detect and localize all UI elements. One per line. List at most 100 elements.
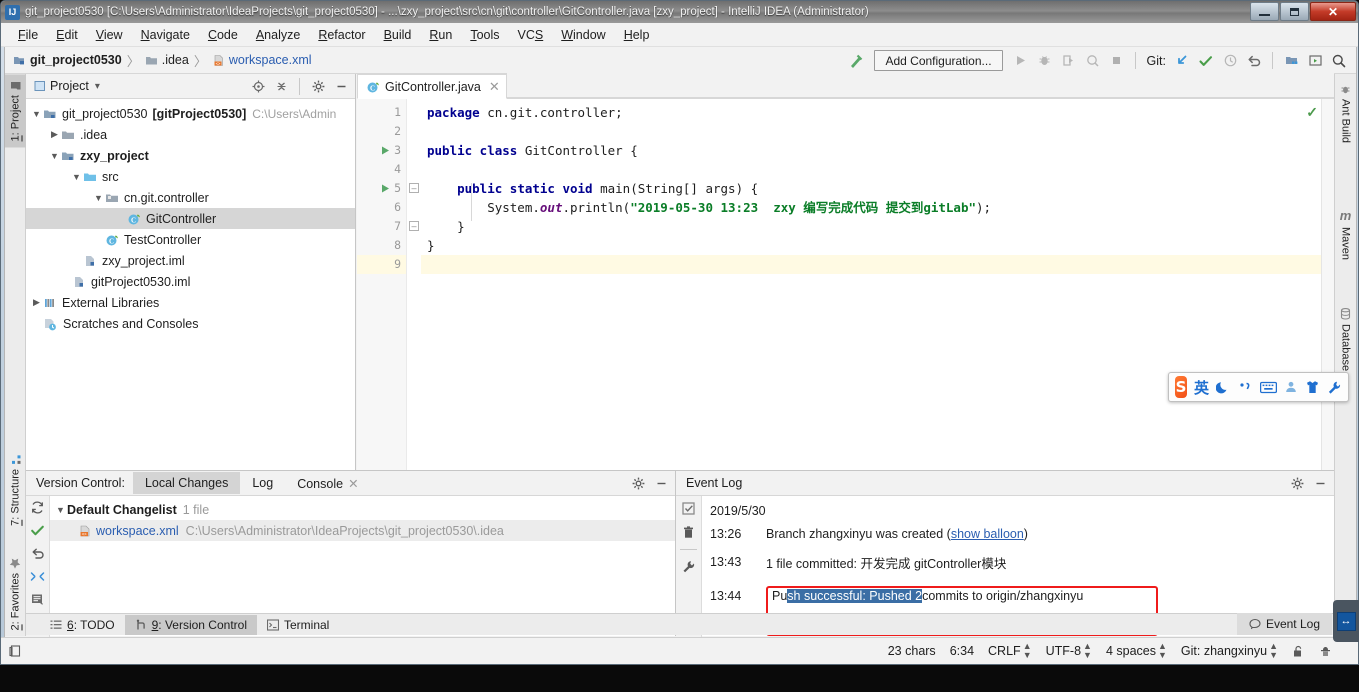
chevron-down-icon[interactable]: ▼ [92, 191, 105, 204]
menu-tools[interactable]: Tools [461, 25, 508, 45]
ime-toolbar[interactable]: S 英 [1168, 372, 1349, 402]
refresh-icon[interactable] [30, 500, 45, 515]
gear-icon[interactable] [308, 77, 328, 97]
menu-view[interactable]: View [87, 25, 132, 45]
chevron-right-icon[interactable]: ▶ [30, 296, 43, 309]
status-bar-items[interactable]: 23 chars 6:34 CRLF ▲ ▼ UTF-8 ▲ ▼ 4 spaces ▲ ▼ … [888, 642, 1350, 660]
gear-icon[interactable] [1287, 474, 1307, 494]
git-update-project-icon[interactable] [1171, 50, 1193, 72]
delete-icon[interactable] [681, 525, 696, 540]
window-controls[interactable]: ✕ [1250, 2, 1356, 21]
tree-node-testcontroller[interactable]: C TestController [26, 229, 355, 250]
collapse-all-icon[interactable] [271, 77, 291, 97]
close-icon[interactable]: ✕ [489, 79, 500, 95]
run-anything-icon[interactable] [1304, 50, 1326, 72]
sidebar-item-favorites[interactable]: 2: Favorites [5, 551, 26, 636]
run-class-gutter-icon[interactable] [379, 141, 391, 160]
menu-navigate[interactable]: Navigate [132, 25, 199, 45]
add-configuration-button[interactable]: Add Configuration... [874, 50, 1003, 71]
editor-marker-bar[interactable] [1321, 99, 1334, 470]
search-everywhere-icon[interactable] [1328, 50, 1350, 72]
breadcrumb-item-idea[interactable]: .idea [162, 53, 189, 67]
changed-file-row[interactable]: <> workspace.xml C:\Users\Administrator\… [50, 520, 675, 541]
fold-toggle-method-end[interactable]: – [409, 221, 419, 231]
sidebar-item-structure[interactable]: 7: Structure [5, 448, 26, 532]
tree-node-gitproject0530-iml[interactable]: gitProject0530.iml [26, 271, 355, 292]
menu-window[interactable]: Window [552, 25, 614, 45]
menu-code[interactable]: Code [199, 25, 247, 45]
scroll-from-source-icon[interactable] [248, 77, 268, 97]
line-number-gutter[interactable]: 1 2 3 4 5 6 7 8 9 [357, 99, 407, 470]
chevron-down-icon[interactable]: ▼ [48, 149, 61, 162]
menu-file[interactable]: File [9, 25, 47, 45]
chevron-down-icon[interactable]: ▾ [95, 81, 100, 92]
hide-icon[interactable] [1310, 474, 1330, 494]
tree-node-package[interactable]: ▼ cn.git.controller [26, 187, 355, 208]
toolbox-icon[interactable] [1327, 380, 1342, 395]
toggle-toolwindows-icon[interactable] [9, 644, 23, 658]
menu-build[interactable]: Build [375, 25, 421, 45]
event-log-entry[interactable]: 13:43 1 file committed: 开发完成 gitControll… [710, 545, 1334, 579]
punctuation-icon[interactable] [1238, 380, 1253, 395]
git-commit-icon[interactable] [1195, 50, 1217, 72]
mark-all-read-icon[interactable] [681, 501, 696, 516]
inspection-hector-icon[interactable] [1319, 645, 1332, 658]
right-tool-strip[interactable]: Ant Build m Maven Database [1334, 74, 1356, 636]
tree-node-gitcontroller[interactable]: C GitController [26, 208, 355, 229]
project-structure-icon[interactable] [1280, 50, 1302, 72]
soft-keyboard-icon[interactable] [1260, 381, 1277, 394]
debug-icon[interactable] [1034, 50, 1056, 72]
gear-icon[interactable] [628, 474, 648, 494]
tab-console[interactable]: Console ✕ [285, 472, 370, 495]
changelist-row[interactable]: ▼ Default Changelist 1 file [50, 499, 675, 520]
skin-icon[interactable] [1305, 380, 1320, 394]
inspection-status-icon[interactable]: ✓ [1306, 104, 1318, 121]
status-indent[interactable]: 4 spaces ▲ ▼ [1106, 642, 1167, 660]
close-button[interactable]: ✕ [1310, 2, 1356, 21]
stop-icon[interactable] [1106, 50, 1128, 72]
status-encoding[interactable]: UTF-8 ▲ ▼ [1046, 642, 1092, 660]
tree-node-zxy-project[interactable]: ▼ zxy_project [26, 145, 355, 166]
sidebar-item-maven[interactable]: m Maven [1335, 202, 1356, 266]
project-tree[interactable]: ▼ git_project0530 [gitProject0530] C:\Us… [26, 99, 355, 469]
ime-mode-label[interactable]: 英 [1194, 377, 1209, 398]
menu-vcs[interactable]: VCS [509, 25, 553, 45]
status-git-branch[interactable]: Git: zhangxinyu ▲ ▼ [1181, 642, 1278, 660]
run-icon[interactable] [1010, 50, 1032, 72]
tab-log[interactable]: Log [240, 472, 285, 494]
menu-help[interactable]: Help [615, 25, 659, 45]
tree-node-scratches[interactable]: Scratches and Consoles [26, 313, 355, 334]
bottom-tab-todo[interactable]: 6: TODO [40, 615, 125, 635]
editor-tab-strip[interactable]: C GitController.java ✕ [357, 73, 1334, 99]
menu-refactor[interactable]: Refactor [309, 25, 374, 45]
tree-node-git-project0530[interactable]: ▼ git_project0530 [gitProject0530] C:\Us… [26, 103, 355, 124]
fold-gutter[interactable]: – – [407, 99, 421, 470]
tree-node-external-libraries[interactable]: ▶ External Libraries [26, 292, 355, 313]
bottom-tab-version-control[interactable]: 9: Version Control [124, 614, 257, 635]
chevron-down-icon[interactable]: ▼ [30, 107, 43, 120]
git-rollback-icon[interactable] [1243, 50, 1265, 72]
build-hammer-icon[interactable] [845, 50, 867, 72]
tree-node-src[interactable]: ▼ src [26, 166, 355, 187]
shelve-icon[interactable] [30, 569, 45, 584]
menu-analyze[interactable]: Analyze [247, 25, 309, 45]
event-log-entry[interactable]: 13:26 Branch zhangxinyu was created (sho… [710, 522, 1334, 545]
code-editor[interactable]: 1 2 3 4 5 6 7 8 9 – – package cn.git.con… [357, 99, 1334, 470]
breadcrumb[interactable]: git_project0530 〉 .idea 〉 <> workspace.x… [13, 51, 312, 70]
changed-file-name[interactable]: workspace.xml [96, 524, 179, 538]
commit-check-icon[interactable] [30, 523, 45, 538]
status-line-separator[interactable]: CRLF ▲ ▼ [988, 642, 1032, 660]
menu-edit[interactable]: Edit [47, 25, 87, 45]
tree-node-idea[interactable]: ▶ .idea [26, 124, 355, 145]
show-balloon-link[interactable]: show balloon [951, 527, 1024, 541]
hide-icon[interactable] [651, 474, 671, 494]
editor-tab-gitcontroller[interactable]: C GitController.java ✕ [357, 74, 507, 99]
project-panel-actions[interactable] [248, 74, 351, 99]
close-icon[interactable]: ✕ [348, 477, 358, 491]
breadcrumb-item-workspace-xml[interactable]: workspace.xml [229, 53, 312, 67]
unlocked-icon[interactable] [1292, 645, 1305, 658]
sidebar-item-project[interactable]: 1: Project [5, 74, 26, 148]
teamviewer-arrows-icon[interactable]: ↔ [1336, 611, 1356, 631]
chevron-down-icon[interactable]: ▼ [54, 503, 67, 516]
run-method-gutter-icon[interactable] [379, 179, 391, 198]
